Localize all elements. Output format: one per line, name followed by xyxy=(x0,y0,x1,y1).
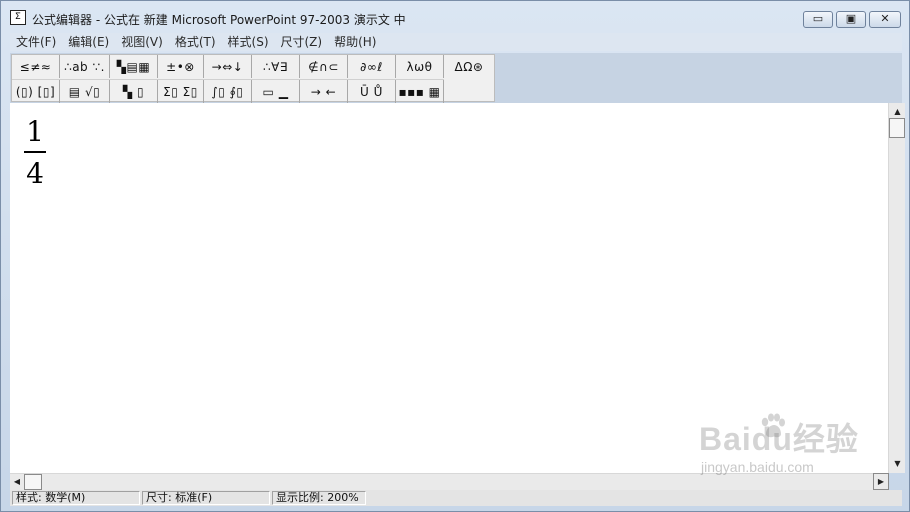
logical-symbols-button[interactable]: ∴∀∃ xyxy=(252,55,300,78)
horizontal-scroll-thumb[interactable] xyxy=(24,474,42,490)
arrow-symbols-button[interactable]: →⇔↓ xyxy=(204,55,252,78)
summation-templates-button[interactable]: Σ▯ Σ▯ xyxy=(158,80,204,103)
menu-size[interactable]: 尺寸(Z) xyxy=(275,33,329,51)
fraction-denominator[interactable]: 4 xyxy=(24,159,46,189)
vertical-scrollbar[interactable]: ▲ ▼ xyxy=(888,103,905,473)
equation-editor-window: Σ 公式编辑器 - 公式在 新建 Microsoft PowerPoint 97… xyxy=(0,0,910,512)
scroll-right-icon[interactable]: ▶ xyxy=(873,473,889,490)
window-controls: ▭ ▣ ✕ xyxy=(803,11,901,28)
title-bar: Σ 公式编辑器 - 公式在 新建 Microsoft PowerPoint 97… xyxy=(1,1,909,33)
integral-templates-button[interactable]: ∫▯ ∮▯ xyxy=(204,80,252,103)
status-size: 尺寸: 标准(F) xyxy=(142,491,270,505)
menu-file[interactable]: 文件(F) xyxy=(10,33,62,51)
scroll-left-icon[interactable]: ◀ xyxy=(10,475,24,489)
menu-help[interactable]: 帮助(H) xyxy=(328,33,382,51)
fence-templates-button[interactable]: (▯) [▯] xyxy=(12,80,60,103)
app-icon: Σ xyxy=(10,10,26,25)
subscript-superscript-templates-button[interactable]: ▚ ▯ xyxy=(110,80,158,103)
equation-canvas[interactable]: 1 4 xyxy=(10,103,888,473)
fraction-bar xyxy=(24,151,46,153)
symbol-palette: ≤≠≈ ∴ab ∵. ▚▤▦ ±•⊗ →⇔↓ ∴∀∃ ∉∩⊂ ∂∞ℓ λωθ Δ… xyxy=(11,54,495,103)
matrix-templates-button[interactable]: ▪▪▪ ▦ xyxy=(396,80,444,103)
window-title: 公式编辑器 - 公式在 新建 Microsoft PowerPoint 97-2… xyxy=(32,13,406,27)
misc-symbols-button[interactable]: ∂∞ℓ xyxy=(348,55,396,78)
status-zoom: 显示比例: 200% xyxy=(272,491,366,505)
menu-format[interactable]: 格式(T) xyxy=(169,33,222,51)
maximize-button[interactable]: ▣ xyxy=(836,11,866,28)
labeled-arrow-templates-button[interactable]: → ← xyxy=(300,80,348,103)
toolbar-area: ≤≠≈ ∴ab ∵. ▚▤▦ ±•⊗ →⇔↓ ∴∀∃ ∉∩⊂ ∂∞ℓ λωθ Δ… xyxy=(10,53,902,103)
scroll-up-icon[interactable]: ▲ xyxy=(889,105,906,119)
fraction-numerator[interactable]: 1 xyxy=(24,117,46,147)
operator-symbols-button[interactable]: ±•⊗ xyxy=(158,55,204,78)
fraction[interactable]: 1 4 xyxy=(24,117,46,189)
fraction-radical-templates-button[interactable]: ▤ √▯ xyxy=(60,80,110,103)
greek-uppercase-button[interactable]: ΔΩ⊛ xyxy=(444,55,494,78)
status-style: 样式: 数学(M) xyxy=(12,491,140,505)
menu-bar: 文件(F) 编辑(E) 视图(V) 格式(T) 样式(S) 尺寸(Z) 帮助(H… xyxy=(10,33,902,51)
template-palette-row: (▯) [▯] ▤ √▯ ▚ ▯ Σ▯ Σ▯ ∫▯ ∮▯ ▭ ▁ → ← Ū Ů… xyxy=(12,79,444,103)
products-set-templates-button[interactable]: Ū Ů xyxy=(348,80,396,103)
spaces-ellipses-button[interactable]: ∴ab ∵. xyxy=(60,55,110,78)
menu-view[interactable]: 视图(V) xyxy=(115,33,169,51)
greek-lowercase-button[interactable]: λωθ xyxy=(396,55,444,78)
symbol-palette-row: ≤≠≈ ∴ab ∵. ▚▤▦ ±•⊗ →⇔↓ ∴∀∃ ∉∩⊂ ∂∞ℓ λωθ Δ… xyxy=(12,55,494,79)
menu-style[interactable]: 样式(S) xyxy=(222,33,275,51)
close-button[interactable]: ✕ xyxy=(869,11,901,28)
relational-symbols-button[interactable]: ≤≠≈ xyxy=(12,55,60,78)
scroll-down-icon[interactable]: ▼ xyxy=(889,457,906,471)
menu-edit[interactable]: 编辑(E) xyxy=(62,33,115,51)
minimize-button[interactable]: ▭ xyxy=(803,11,833,28)
underbar-overbar-templates-button[interactable]: ▭ ▁ xyxy=(252,80,300,103)
vertical-scroll-thumb[interactable] xyxy=(889,118,905,138)
horizontal-scrollbar[interactable]: ◀ xyxy=(10,473,888,490)
status-bar: 样式: 数学(M) 尺寸: 标准(F) 显示比例: 200% xyxy=(10,490,902,506)
embellishments-button[interactable]: ▚▤▦ xyxy=(110,55,158,78)
set-theory-symbols-button[interactable]: ∉∩⊂ xyxy=(300,55,348,78)
